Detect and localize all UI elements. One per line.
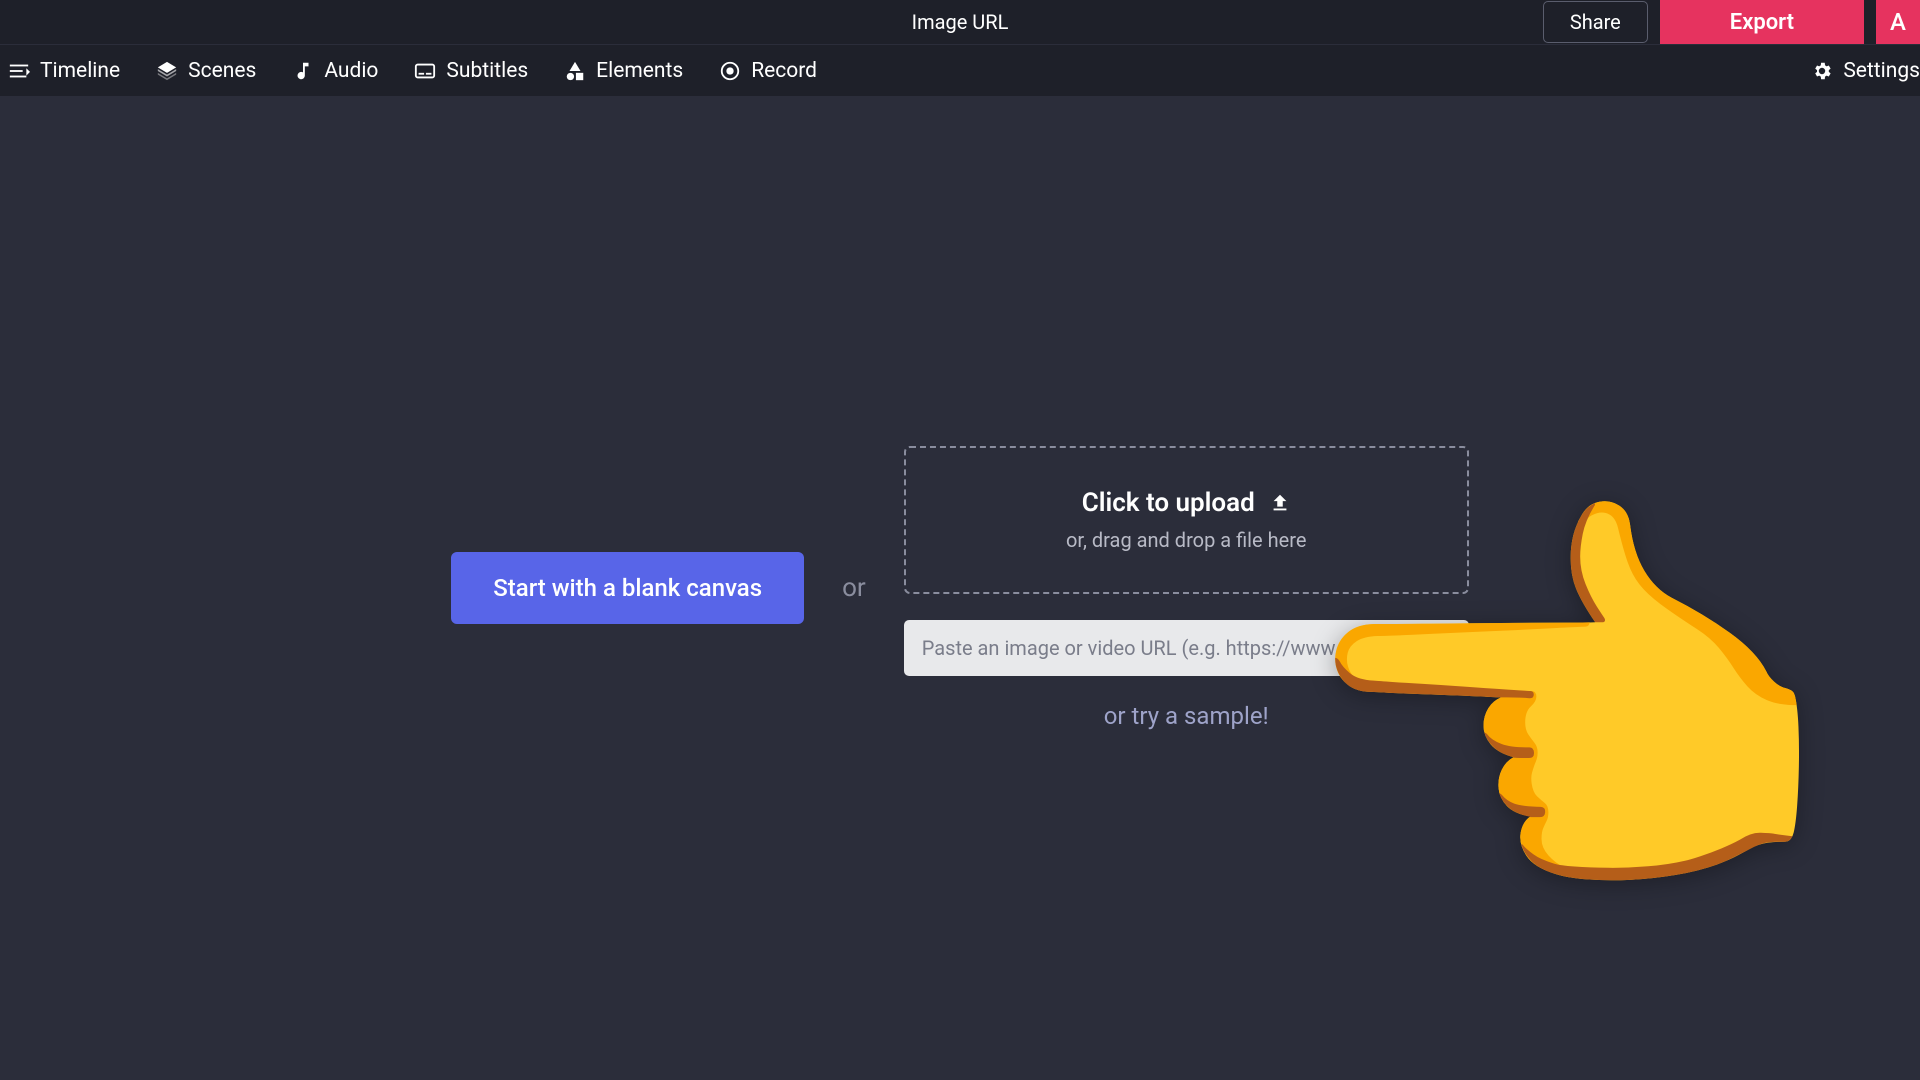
canvas-area: Start with a blank canvas or Click to up…	[0, 96, 1920, 1080]
toolbar-elements[interactable]: Elements	[564, 59, 683, 83]
upload-icon	[1269, 492, 1291, 514]
settings-label: Settings	[1843, 59, 1920, 83]
pointing-hand-graphic: 👉	[1300, 496, 1848, 936]
toolbar-item-label: Elements	[596, 59, 683, 83]
toolbar-scenes[interactable]: Scenes	[156, 59, 256, 83]
drop-title-row: Click to upload	[1082, 488, 1291, 518]
toolbar-item-label: Scenes	[188, 59, 256, 83]
toolbar-item-label: Record	[751, 59, 817, 83]
or-divider: or	[842, 573, 866, 603]
header-actions: Share Export A	[1543, 0, 1920, 44]
blank-canvas-button[interactable]: Start with a blank canvas	[451, 552, 804, 624]
try-sample-link[interactable]: or try a sample!	[1104, 702, 1269, 730]
export-button[interactable]: Export	[1660, 0, 1864, 44]
avatar[interactable]: A	[1876, 0, 1920, 44]
toolbar-record[interactable]: Record	[719, 59, 817, 83]
title-bar: Image URL Share Export A	[0, 0, 1920, 44]
toolbar-item-label: Audio	[324, 59, 378, 83]
timeline-icon	[8, 60, 30, 82]
record-icon	[719, 60, 741, 82]
share-button[interactable]: Share	[1543, 1, 1648, 43]
music-note-icon	[292, 60, 314, 82]
toolbar: Timeline Scenes Audio Subtitles Elements…	[0, 44, 1920, 96]
shapes-icon	[564, 60, 586, 82]
toolbar-audio[interactable]: Audio	[292, 59, 378, 83]
toolbar-item-label: Timeline	[40, 59, 120, 83]
toolbar-subtitles[interactable]: Subtitles	[414, 59, 528, 83]
layers-icon	[156, 60, 178, 82]
gear-icon	[1811, 60, 1833, 82]
toolbar-timeline[interactable]: Timeline	[8, 59, 120, 83]
drop-subtitle: or, drag and drop a file here	[1066, 528, 1306, 552]
subtitles-icon	[414, 60, 436, 82]
toolbar-settings[interactable]: Settings	[1811, 59, 1920, 83]
page-title: Image URL	[912, 10, 1009, 34]
drop-title: Click to upload	[1082, 488, 1255, 518]
toolbar-item-label: Subtitles	[446, 59, 528, 83]
